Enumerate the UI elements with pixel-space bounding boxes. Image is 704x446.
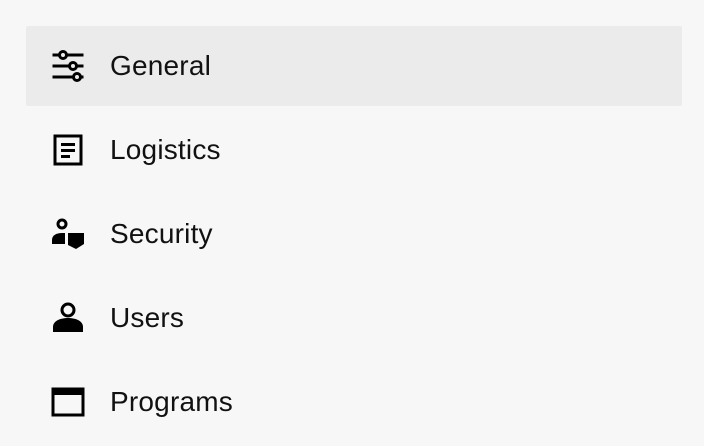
sidebar-item-logistics[interactable]: Logistics	[26, 110, 682, 190]
sidebar-nav: General Logistics Security Users Program…	[26, 26, 682, 446]
sidebar-item-label: Users	[110, 302, 185, 333]
sidebar-item-programs[interactable]: Programs	[26, 362, 682, 442]
sidebar-item-label: Security	[110, 218, 213, 249]
sidebar-item-label: Logistics	[110, 134, 221, 165]
user-shield-icon	[50, 216, 86, 252]
sliders-icon	[50, 48, 86, 84]
sidebar-item-security[interactable]: Security	[26, 194, 682, 274]
document-icon	[50, 132, 86, 168]
person-icon	[50, 300, 86, 336]
window-icon	[50, 384, 86, 420]
sidebar-item-label: General	[110, 50, 212, 81]
sidebar-item-label: Programs	[110, 386, 233, 417]
sidebar-item-users[interactable]: Users	[26, 278, 682, 358]
sidebar-item-general[interactable]: General	[26, 26, 682, 106]
